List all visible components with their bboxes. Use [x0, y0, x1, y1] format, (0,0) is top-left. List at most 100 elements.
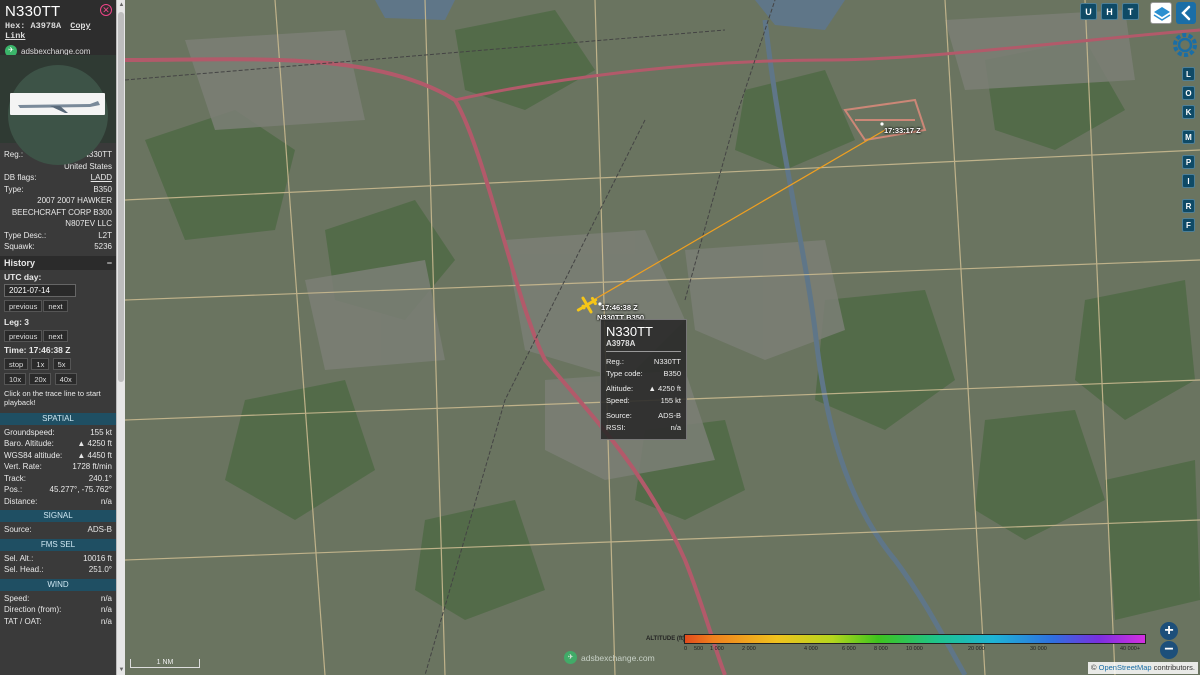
toggle-o-button[interactable]: O: [1182, 86, 1195, 100]
toggle-u-button[interactable]: U: [1080, 3, 1097, 20]
map-watermark: ✈ adsbexchange.com: [564, 651, 655, 664]
utc-day-label: UTC day:: [4, 271, 42, 282]
next-day-button[interactable]: next: [43, 299, 68, 312]
spatial-value: 155 kt: [90, 427, 112, 437]
spatial-section-header[interactable]: SPATIAL: [0, 412, 116, 425]
spatial-rows: Groundspeed: 155 kt Baro. Altitude: ▲ 4250…: [0, 427, 116, 508]
playback-note: Click on the trace line to start playbac…: [4, 388, 101, 408]
ladd-link[interactable]: LADD: [91, 172, 112, 184]
fms-section-header[interactable]: FMS SEL: [0, 538, 116, 551]
spatial-value: 45.277°, -75.762°: [49, 485, 112, 494]
toggle-r-button[interactable]: R: [1182, 199, 1195, 213]
popup-row: Reg.: N330TT: [606, 356, 681, 368]
altitude-tick-label: 10 000: [906, 646, 923, 652]
detail-value: B350: [93, 184, 112, 194]
close-icon[interactable]: ✕: [100, 4, 112, 16]
previous-leg-button[interactable]: previous: [4, 329, 43, 342]
layers-button[interactable]: [1150, 2, 1172, 24]
settings-button[interactable]: [1170, 30, 1200, 60]
popup-key: RSSI:: [606, 422, 626, 432]
stop-button[interactable]: stop: [4, 357, 29, 370]
altitude-tick-label: 6 000: [842, 646, 856, 652]
timestamp-label-start: 17:33:17 Z: [884, 126, 921, 135]
previous-day-button[interactable]: previous: [4, 299, 43, 312]
spatial-key: Track:: [4, 473, 26, 483]
signal-row: Source: ADS-B: [0, 524, 116, 536]
sidebar-scrollbar[interactable]: ▲ ▼: [116, 0, 125, 675]
fms-value: 10016 ft: [83, 553, 112, 563]
spatial-row: Vert. Rate: 1728 ft/min: [0, 461, 116, 473]
spatial-row: Track: 240.1°: [0, 473, 116, 485]
toggle-p-button[interactable]: P: [1182, 155, 1195, 169]
spatial-row: WGS84 altitude: ▲ 4450 ft: [0, 450, 116, 462]
detail-key: Reg.:: [4, 150, 24, 159]
spatial-key: Distance:: [4, 496, 38, 506]
history-header[interactable]: History −: [0, 255, 116, 270]
aircraft-callsign: N330TT: [5, 3, 61, 20]
toggle-i-button[interactable]: I: [1182, 174, 1195, 188]
signal-section-header[interactable]: SIGNAL: [0, 510, 116, 522]
aircraft-model-line: 2007 2007 HAWKER: [37, 196, 112, 205]
popup-row: Altitude: ▲ 4250 ft: [606, 383, 681, 395]
popup-value: ▲ 4250 ft: [648, 384, 681, 393]
detail-row: Squawk: 5236: [0, 241, 116, 253]
info-sidebar: N330TT ✕ Hex: A3978A Copy Link ✈ adsbexc…: [0, 0, 116, 675]
fms-row: Sel. Head.: 251.0°: [0, 564, 116, 576]
altitude-tick-label: 2 000: [742, 646, 756, 652]
toggle-h-button[interactable]: H: [1101, 3, 1118, 20]
next-leg-button[interactable]: next: [43, 329, 68, 342]
toggle-f-button[interactable]: F: [1182, 218, 1195, 232]
collapse-panel-button[interactable]: [1176, 2, 1196, 24]
aircraft-popup[interactable]: N330TT A3978A Reg.: N330TT Type code: B350…: [600, 319, 687, 440]
aircraft-model-line: BEECHCRAFT CORP B300: [11, 207, 112, 217]
spatial-value: 1728 ft/min: [72, 462, 112, 471]
osm-link[interactable]: OpenStreetMap: [1099, 663, 1152, 672]
collapse-icon[interactable]: −: [107, 256, 112, 270]
toggle-k-button[interactable]: K: [1182, 105, 1195, 119]
aircraft-thumbnail: [10, 93, 105, 115]
scroll-down-icon[interactable]: ▼: [118, 666, 125, 674]
altitude-tick-label: 8 000: [874, 646, 888, 652]
zoom-in-button[interactable]: +: [1160, 622, 1178, 640]
speed-1x-button[interactable]: 1x: [31, 357, 50, 370]
spatial-value: ▲ 4450 ft: [77, 450, 112, 460]
adsbx-logo-icon: ✈: [564, 651, 577, 664]
aircraft-photo[interactable]: [0, 55, 116, 165]
altitude-tick-label: 4 000: [804, 646, 818, 652]
spatial-row: Distance: n/a: [0, 496, 116, 508]
scrollbar-thumb[interactable]: [118, 12, 124, 382]
attribution-rest: contributors.: [1151, 663, 1195, 672]
altitude-tick-label: 1 000: [710, 646, 724, 652]
time-label: Time: 17:46:38 Z: [4, 344, 71, 355]
map-attribution: © OpenStreetMap contributors.: [1088, 662, 1198, 674]
scroll-up-icon[interactable]: ▲: [118, 1, 125, 9]
popup-row: Source: ADS-B: [606, 410, 681, 422]
speed-40x-button[interactable]: 40x: [54, 372, 77, 385]
toggle-t-button[interactable]: T: [1122, 3, 1139, 20]
spatial-row: Baro. Altitude: ▲ 4250 ft: [0, 438, 116, 450]
altitude-tick-label: 20 000: [968, 646, 985, 652]
layers-icon: [1153, 7, 1171, 21]
detail-row: DB flags: LADD: [0, 172, 116, 184]
date-input[interactable]: 2021-07-14: [4, 283, 76, 297]
wind-section-header[interactable]: WIND: [0, 578, 116, 591]
toggle-l-button[interactable]: L: [1182, 67, 1195, 81]
spatial-value: n/a: [100, 496, 112, 506]
speed-20x-button[interactable]: 20x: [29, 372, 52, 385]
speed-5x-button[interactable]: 5x: [52, 357, 71, 370]
spatial-key: Vert. Rate:: [4, 462, 42, 471]
spatial-key: Pos.:: [4, 485, 23, 494]
wind-key: TAT / OAT:: [4, 616, 42, 626]
wind-value: n/a: [100, 605, 112, 614]
spatial-value: ▲ 4250 ft: [77, 439, 112, 448]
fms-key: Sel. Head.:: [4, 565, 44, 574]
zoom-out-button[interactable]: −: [1160, 641, 1178, 659]
detail-key: Type Desc.:: [4, 230, 47, 240]
wind-value: n/a: [100, 616, 112, 626]
signal-value: ADS-B: [87, 525, 112, 534]
wind-key: Direction (from):: [4, 605, 62, 614]
toggle-m-button[interactable]: M: [1182, 130, 1195, 144]
speed-10x-button[interactable]: 10x: [4, 372, 27, 385]
watermark-text: adsbexchange.com: [581, 652, 655, 663]
wind-key: Speed:: [4, 593, 30, 603]
